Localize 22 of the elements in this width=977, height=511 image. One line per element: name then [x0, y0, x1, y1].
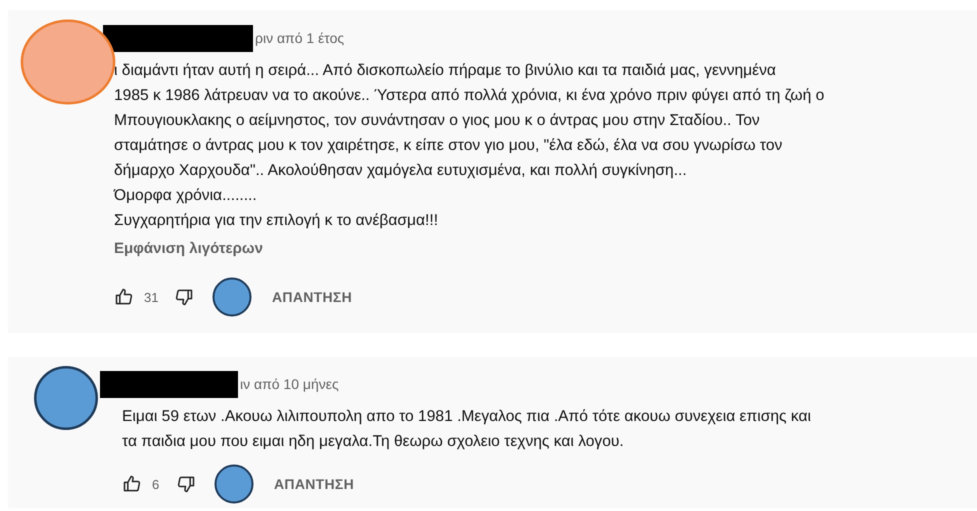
- circle-mark: [212, 277, 252, 317]
- comment-line: δήμαρχο Χαρχουδα".. Ακολούθησαν χαμόγελα ευτυχισμένα, και πολλή συγκίνηση...: [114, 161, 688, 181]
- comment-line: Ειμαι 59 ετων .Ακουω λιλιπουπολη απο το 1981 .Μεγαλος πια .Από τότε ακουω συνεχεια επισης και: [122, 407, 812, 427]
- comment-line: σταμάτησε ο άντρας μου κ τον χαιρέτησε, κ είπε στον γιο μου, "έλα εδώ, έλα να σου γνωρίσω τον: [114, 136, 784, 156]
- comment-line: τα παιδια μου που ειμαι ηδη μεγαλα.Τη θεωρω σχολειο τεχνης και λογου.: [122, 432, 625, 452]
- comment-line: ι διαμάντι ήταν αυτή η σειρά... Από δισκοπωλείο πήραμε το βινύλιο και τα παιδιά μας, γεννημένα: [114, 61, 777, 81]
- like-count: 6: [152, 476, 160, 492]
- comment-line: 1985 κ 1986 λάτρευαν να το ακούνε.. Ύστερα από πολλά χρόνια, κι ένα χρόνο πριν φύγει από τη ζωή ο: [114, 86, 826, 106]
- reply-button[interactable]: ΑΠΑΝΤΗΣΗ: [266, 470, 362, 498]
- like-count: 31: [144, 290, 160, 304]
- circle-mark: [214, 464, 254, 504]
- comment-time: ριν από 1 έτος: [255, 30, 344, 48]
- thumbs-up-icon[interactable]: [122, 474, 142, 494]
- comment-line: Συγχαρητήρια για την επιλογή κ το ανέβασμα!!!: [114, 211, 440, 231]
- thumbs-down-icon[interactable]: [174, 287, 194, 307]
- show-less-link[interactable]: Εμφάνιση λιγότερων: [114, 239, 977, 259]
- comment-line: Μπουγιουκλακης ο αείμνηστος, τον συνάντησαν ο γιος μου κ ο άντρας μου στην Σταδίου.. Τον: [114, 111, 761, 131]
- reply-button[interactable]: ΑΠΑΝΤΗΣΗ: [264, 283, 360, 311]
- comment-line: Όμορφα χρόνια........: [114, 186, 258, 206]
- comment-time: ιν από 10 μήνες: [240, 376, 339, 394]
- thumbs-up-icon[interactable]: [114, 287, 134, 307]
- thumbs-down-icon[interactable]: [176, 474, 196, 494]
